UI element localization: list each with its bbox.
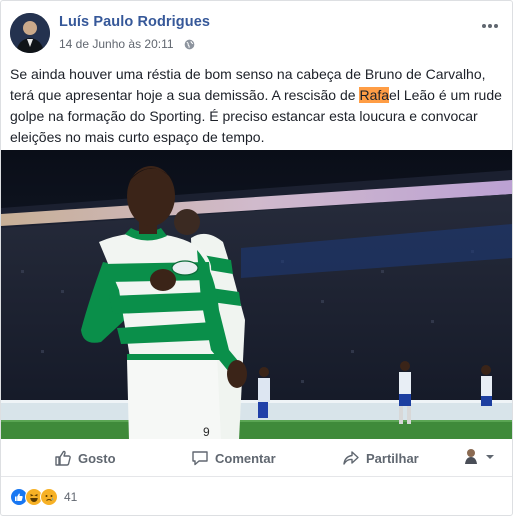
post-timestamp[interactable]: 14 de Junho às 20:11 bbox=[59, 37, 174, 51]
like-label: Gosto bbox=[78, 450, 116, 466]
post-photo[interactable]: 9 bbox=[1, 150, 512, 439]
share-button[interactable]: Partilhar bbox=[342, 448, 419, 468]
post-header: Luís Paulo Rodrigues 14 de Junho às 20:1… bbox=[1, 1, 512, 57]
more-options-icon[interactable] bbox=[482, 15, 502, 28]
chevron-down-icon bbox=[486, 455, 494, 459]
profile-avatar-dropdown bbox=[465, 449, 494, 464]
like-button[interactable]: Gosto bbox=[54, 448, 116, 468]
reaction-count: 41 bbox=[64, 490, 78, 504]
facebook-post: Luís Paulo Rodrigues 14 de Junho às 20:1… bbox=[0, 0, 513, 516]
share-label: Partilhar bbox=[366, 450, 419, 466]
jersey-number: 9 bbox=[203, 425, 210, 439]
share-arrow-icon bbox=[343, 451, 359, 465]
comment-button[interactable]: Comentar bbox=[191, 448, 276, 468]
post-as-selector[interactable] bbox=[463, 447, 499, 467]
author-avatar[interactable] bbox=[10, 13, 50, 53]
football-player-photo: 9 bbox=[1, 150, 512, 439]
reactions-summary[interactable]: 41 bbox=[10, 488, 77, 506]
globe-icon[interactable] bbox=[184, 39, 195, 50]
comment-icon bbox=[192, 451, 208, 466]
sad-reaction-icon bbox=[40, 488, 58, 506]
author-name[interactable]: Luís Paulo Rodrigues bbox=[59, 14, 210, 30]
highlighted-text: Rafa bbox=[359, 87, 390, 103]
post-actions-bar: Gosto Comentar Partilhar bbox=[1, 439, 512, 477]
avatar-image bbox=[10, 13, 50, 53]
post-text: Se ainda houver uma réstia de bom senso … bbox=[10, 64, 504, 148]
comment-label: Comentar bbox=[215, 450, 276, 466]
thumbs-up-icon bbox=[55, 450, 71, 466]
